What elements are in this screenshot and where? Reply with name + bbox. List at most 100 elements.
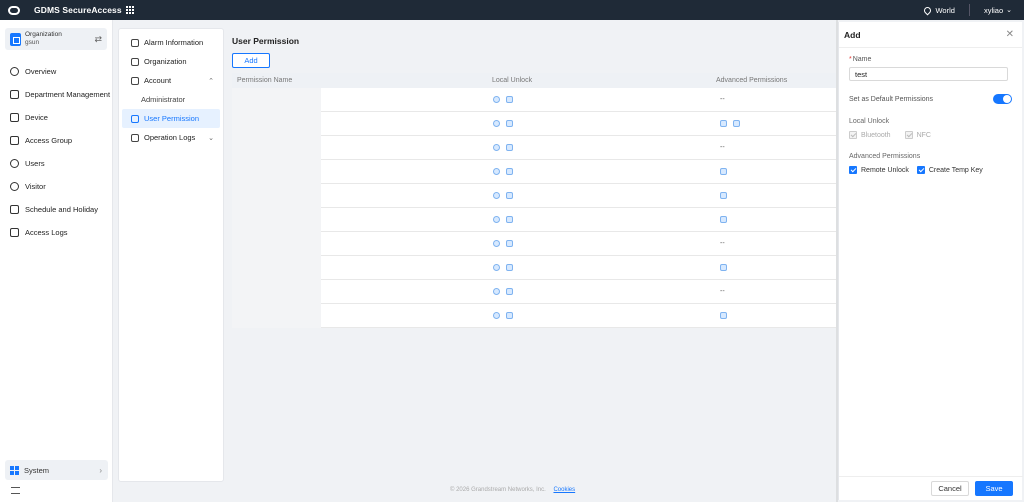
add-permission-button[interactable]: Add <box>232 53 270 68</box>
permission-name-cell <box>232 303 321 328</box>
overview-icon <box>10 67 19 76</box>
sidebar-item-label: Users <box>25 159 45 168</box>
name-label: Name <box>852 56 872 63</box>
cancel-button[interactable]: Cancel <box>931 481 969 496</box>
submenu-item-administrator[interactable]: Administrator <box>122 90 220 109</box>
sidebar-item-users[interactable]: Users <box>0 152 112 175</box>
chevron-up-icon: ⌃ <box>208 77 214 85</box>
user-permission-icon <box>131 114 139 123</box>
table-row[interactable] <box>232 303 836 328</box>
local-unlock-cell <box>321 312 720 319</box>
region-label: World <box>935 5 955 15</box>
organization-name: gsun <box>25 39 40 46</box>
calendar-icon <box>10 205 19 214</box>
collapse-menu-icon[interactable] <box>11 487 20 494</box>
table-body: -- -- -- -- <box>232 87 836 328</box>
create-temp-key-checkbox[interactable]: Create Temp Key <box>916 166 983 174</box>
submenu-label: Operation Logs <box>144 133 196 142</box>
submenu-label: Alarm Information <box>144 38 204 47</box>
submenu-item-account[interactable]: Account ⌃ <box>122 71 220 90</box>
empty-value: -- <box>720 144 725 151</box>
column-header-permission-name: Permission Name <box>237 77 293 84</box>
close-icon[interactable]: ✕ <box>1006 29 1014 40</box>
system-grid-icon <box>10 465 19 475</box>
submenu-item-alarm-information[interactable]: Alarm Information <box>122 33 220 52</box>
table-row[interactable]: -- <box>232 231 836 256</box>
sidebar-item-access-logs[interactable]: Access Logs <box>0 221 112 244</box>
remote-unlock-checkbox[interactable]: Remote Unlock <box>849 166 909 174</box>
sidebar-item-device[interactable]: Device <box>0 106 112 129</box>
visitor-icon <box>10 182 19 191</box>
remote-unlock-icon <box>720 120 727 127</box>
local-unlock-cell <box>321 216 720 223</box>
table-row[interactable]: -- <box>232 135 836 160</box>
default-permission-toggle[interactable] <box>993 94 1012 104</box>
local-unlock-cell <box>321 144 720 151</box>
account-icon <box>131 76 139 85</box>
logs-icon <box>10 228 19 237</box>
permission-table: Permission Name Local Unlock Advanced Pe… <box>232 73 836 328</box>
submenu-item-organization[interactable]: Organization <box>122 52 220 71</box>
drawer-footer: Cancel Save <box>839 476 1023 500</box>
sidebar-item-schedule-and-holiday[interactable]: Schedule and Holiday <box>0 198 112 221</box>
department-icon <box>10 90 19 99</box>
sidebar-item-label: Device <box>25 113 48 122</box>
table-row[interactable] <box>232 207 836 232</box>
nfc-card-icon <box>506 240 513 247</box>
chevron-right-icon: › <box>99 465 102 475</box>
checkbox-box <box>849 131 857 139</box>
save-button[interactable]: Save <box>975 481 1013 496</box>
gdms-logo-icon <box>8 5 20 15</box>
cookies-link[interactable]: Cookies <box>553 487 575 493</box>
checkbox-label: Bluetooth <box>861 131 891 139</box>
organization-icon <box>10 32 21 46</box>
table-header: Permission Name Local Unlock Advanced Pe… <box>232 73 836 88</box>
nfc-card-icon <box>506 264 513 271</box>
table-row[interactable] <box>232 159 836 184</box>
table-row[interactable]: -- <box>232 87 836 112</box>
bluetooth-icon <box>493 96 500 103</box>
app-title: GDMS SecureAccess <box>34 5 122 15</box>
sidebar-item-access-group[interactable]: Access Group <box>0 129 112 152</box>
permission-name-cell <box>232 255 321 280</box>
submenu-item-operation-logs[interactable]: Operation Logs ⌄ <box>122 128 220 147</box>
organization-icon <box>131 57 139 66</box>
local-unlock-cell <box>321 96 720 103</box>
nfc-card-icon <box>506 288 513 295</box>
table-row[interactable] <box>232 111 836 136</box>
local-unlock-options: Bluetooth NFC <box>849 131 1012 139</box>
name-input[interactable] <box>849 67 1008 81</box>
sidebar-item-department-management[interactable]: Department Management <box>0 83 112 106</box>
local-unlock-label: Local Unlock <box>849 118 890 125</box>
advanced-permissions-cell: -- <box>720 144 836 151</box>
advanced-permissions-cell <box>720 312 836 319</box>
submenu-label: Account <box>144 76 172 85</box>
table-row[interactable]: -- <box>232 279 836 304</box>
submenu-item-user-permission[interactable]: User Permission <box>122 109 220 128</box>
bluetooth-icon <box>493 192 500 199</box>
permission-form: *Name Set as Default Permissions Local U… <box>839 48 1022 174</box>
table-row[interactable] <box>232 255 836 280</box>
permission-name-cell <box>232 87 321 112</box>
default-permission-label: Set as Default Permissions <box>849 95 934 103</box>
local-unlock-cell <box>321 264 720 271</box>
sidebar-item-overview[interactable]: Overview <box>0 60 112 83</box>
advanced-permissions-cell: -- <box>720 96 836 103</box>
region-selector[interactable]: World <box>923 5 968 15</box>
checkbox-box <box>849 166 857 174</box>
bluetooth-icon <box>493 312 500 319</box>
user-menu[interactable]: xyliao ⌄ <box>970 6 1024 15</box>
permission-name-cell <box>232 207 321 232</box>
advanced-permissions-cell: -- <box>720 240 836 247</box>
sidebar-item-visitor[interactable]: Visitor <box>0 175 112 198</box>
app-grid-icon[interactable] <box>125 6 134 14</box>
bluetooth-icon <box>493 216 500 223</box>
chevron-down-icon: ⌄ <box>208 134 214 142</box>
table-row[interactable] <box>232 183 836 208</box>
temp-key-icon <box>720 216 727 223</box>
main-content: User Permission Add Permission Name Loca… <box>224 20 836 502</box>
switch-icon[interactable]: ⇄ <box>94 34 102 45</box>
sidebar-item-system[interactable]: System › <box>5 460 108 480</box>
organization-switcher[interactable]: Organization gsun ⇄ <box>5 28 107 50</box>
permission-name-cell <box>232 183 321 208</box>
